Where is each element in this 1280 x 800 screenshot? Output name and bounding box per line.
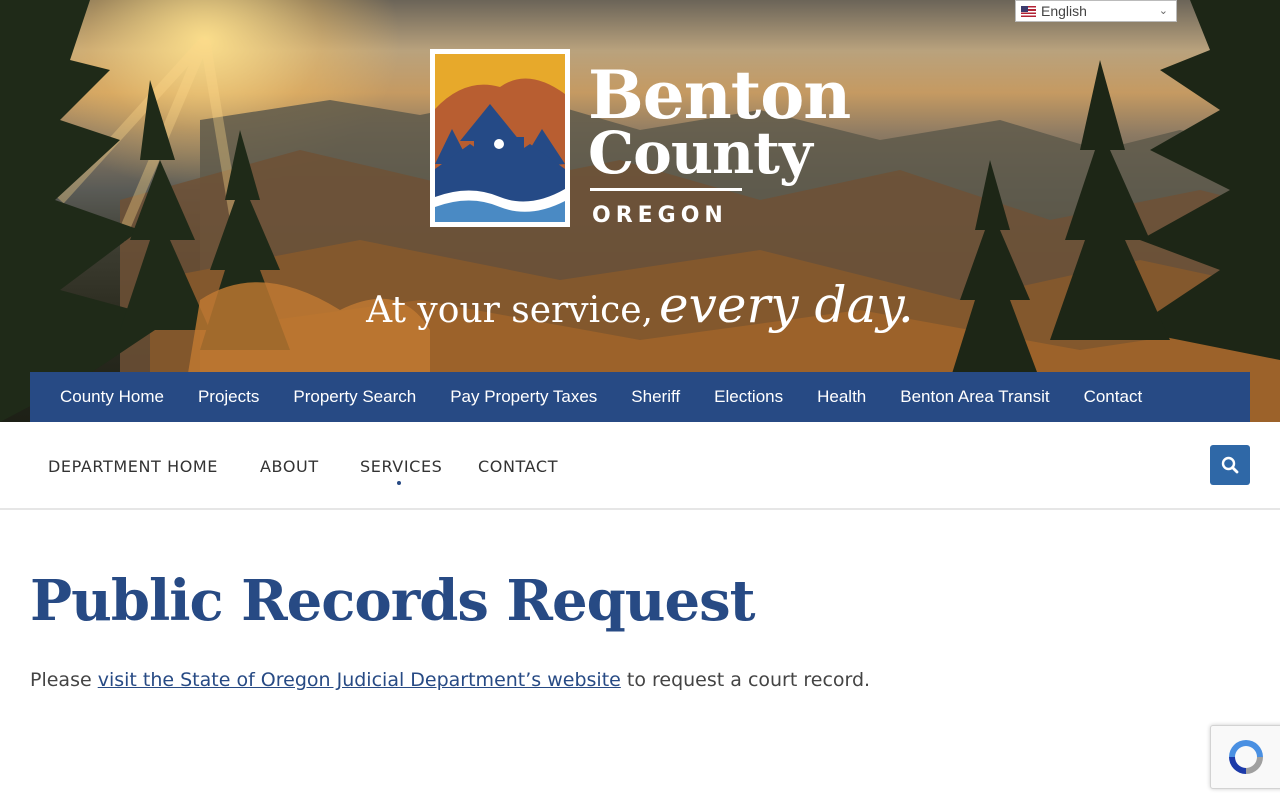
- county-main-nav: County Home Projects Property Search Pay…: [30, 372, 1250, 422]
- language-label: English: [1041, 3, 1087, 19]
- logo-word-oregon: OREGON: [592, 203, 728, 228]
- nav-benton-area-transit[interactable]: Benton Area Transit: [900, 387, 1049, 407]
- nav-contact[interactable]: Contact: [1084, 387, 1143, 407]
- search-icon: [1221, 456, 1239, 474]
- nav-projects[interactable]: Projects: [198, 387, 259, 407]
- hero-banner: English ⌄ Benton County OREGON At your s…: [0, 0, 1280, 422]
- recaptcha-icon: [1229, 740, 1263, 774]
- nav-county-home[interactable]: County Home: [60, 387, 164, 407]
- county-logo-emblem[interactable]: [430, 49, 570, 227]
- tagline-part1: At your service,: [366, 290, 654, 331]
- subnav-services[interactable]: SERVICES: [360, 457, 442, 476]
- chevron-down-icon: ⌄: [1158, 5, 1168, 17]
- recaptcha-badge[interactable]: [1210, 725, 1280, 789]
- body-text-before: Please: [30, 669, 98, 691]
- nav-property-search[interactable]: Property Search: [293, 387, 416, 407]
- nav-elections[interactable]: Elections: [714, 387, 783, 407]
- page-title: Public Records Request: [30, 568, 755, 634]
- search-button[interactable]: [1210, 445, 1250, 485]
- tagline-part2: every day.: [659, 276, 914, 334]
- logo-word-county: County: [588, 119, 813, 187]
- nav-pay-property-taxes[interactable]: Pay Property Taxes: [450, 387, 597, 407]
- language-selector[interactable]: English ⌄: [1015, 0, 1177, 22]
- nav-sheriff[interactable]: Sheriff: [631, 387, 680, 407]
- logo-wordmark: Benton County: [588, 62, 851, 187]
- active-indicator: [397, 481, 401, 485]
- hero-tagline: At your service, every day.: [0, 276, 1280, 334]
- logo-divider: [590, 188, 742, 191]
- nav-health[interactable]: Health: [817, 387, 866, 407]
- subnav-contact[interactable]: CONTACT: [478, 457, 558, 476]
- page-body-text: Please visit the State of Oregon Judicia…: [30, 669, 870, 691]
- us-flag-icon: [1021, 5, 1036, 17]
- oregon-judicial-link[interactable]: visit the State of Oregon Judicial Depar…: [98, 669, 621, 691]
- body-text-after: to request a court record.: [620, 669, 871, 691]
- subnav-department-home[interactable]: DEPARTMENT HOME: [48, 457, 218, 476]
- subnav-about[interactable]: ABOUT: [260, 457, 319, 476]
- department-nav: DEPARTMENT HOME ABOUT SERVICES CONTACT: [0, 422, 1280, 510]
